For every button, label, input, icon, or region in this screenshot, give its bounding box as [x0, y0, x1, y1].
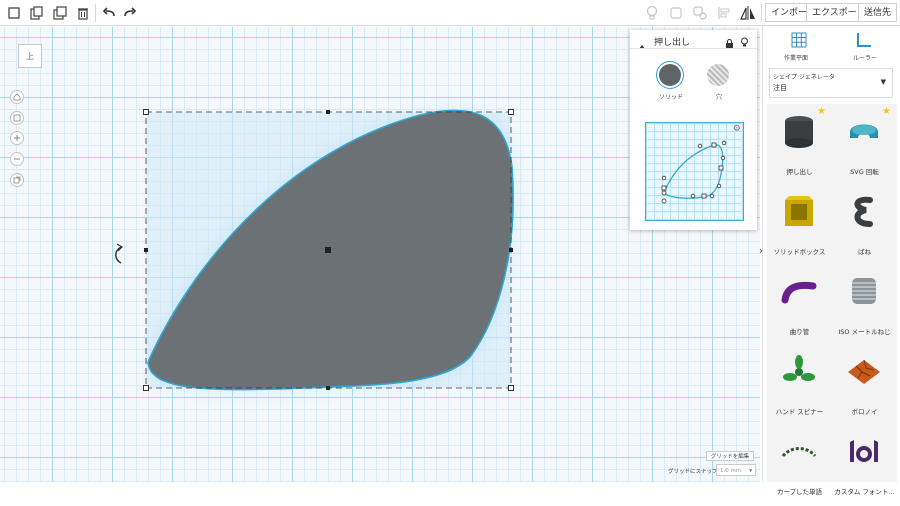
visibility-bulb-icon[interactable]: [740, 33, 749, 52]
shape-tile-iso-thread[interactable]: ISO メートルねじ: [832, 264, 897, 346]
spring-shape-icon: [854, 196, 873, 227]
lightbulb-icon[interactable]: [642, 3, 662, 23]
profile-editor[interactable]: ⚙: [645, 122, 744, 221]
bent-pipe-shape-icon: [781, 281, 817, 304]
new-shape-icon[interactable]: [4, 3, 24, 23]
delete-icon[interactable]: [73, 3, 93, 23]
resize-handle-top-left[interactable]: [143, 109, 149, 115]
shape-tile-label: カスタム フォント...: [834, 488, 895, 496]
shape-tile-bent-pipe[interactable]: 曲り管: [767, 264, 832, 346]
ruler-icon[interactable]: [856, 32, 872, 52]
shape-properties-panel: 押し出し ソリッド 穴 ⚙: [630, 30, 757, 230]
custom-font-shape-icon: [850, 440, 878, 462]
resize-handle-bottom[interactable]: [326, 386, 330, 390]
snap-grid-value: 1.0 mm: [720, 468, 742, 474]
hole-option[interactable]: [707, 64, 729, 86]
shape-tile-label: SVG 回転: [850, 168, 879, 176]
shape-tile-label: 曲り管: [789, 328, 810, 336]
curved-word-shape-icon: [781, 447, 817, 458]
right-sidebar: 作業平面 ルーラー シェイプ ジェネレータ 注目 ▼ ★ 押し出し ★ SVG …: [762, 26, 900, 496]
paste-icon[interactable]: [26, 3, 46, 23]
mirror-icon[interactable]: [738, 3, 758, 23]
top-toolbar: インポート エクスポート 送信先: [0, 0, 900, 26]
profile-curve[interactable]: [646, 123, 743, 220]
shape-tile-extrude[interactable]: ★ 押し出し: [767, 104, 832, 186]
solid-option[interactable]: [659, 64, 681, 86]
shape-tile-label: ハンド スピナー: [775, 408, 824, 416]
resize-handle-bottom-left[interactable]: [143, 385, 149, 391]
duplicate-icon[interactable]: [50, 3, 70, 23]
chevron-down-icon: ▾: [749, 468, 752, 474]
shape-tile-label: カーブした単語: [776, 488, 823, 496]
shape-tile-custom-font[interactable]: カスタム フォント...: [832, 424, 897, 506]
center-marker: [325, 247, 331, 253]
resize-handle-right[interactable]: [509, 248, 513, 252]
snap-grid-label: グリッドにスナップ: [668, 469, 718, 475]
ungroup-icon[interactable]: [690, 3, 710, 23]
solid-box-shape-icon: [785, 196, 813, 226]
align-icon[interactable]: [714, 3, 734, 23]
redo-icon[interactable]: [120, 3, 140, 23]
resize-handle-top-right[interactable]: [508, 109, 514, 115]
hole-label: 穴: [715, 94, 722, 101]
shape-tile-label: ISO メートルねじ: [838, 328, 891, 336]
edit-grid-button[interactable]: グリッドを編集: [706, 451, 754, 461]
solid-label: ソリッド: [659, 94, 684, 101]
generator-header: シェイプ ジェネレータ: [773, 74, 835, 81]
shape-library: ★ 押し出し ★ SVG 回転 ソリッドボックス ばね 曲り管 ISO メートル…: [767, 104, 897, 496]
lock-icon[interactable]: [725, 34, 734, 53]
snap-grid-select[interactable]: 1.0 mm ▾: [716, 464, 756, 476]
voronoi-shape-icon: [848, 359, 880, 384]
workplane-icon[interactable]: [791, 32, 807, 52]
generator-value: 注目: [773, 84, 787, 92]
hand-spinner-shape-icon: [783, 355, 815, 381]
extrude-shape-icon: [785, 116, 813, 148]
chevron-down-icon: ▼: [880, 78, 886, 86]
svg-revolve-shape-icon: [850, 124, 878, 138]
shape-tile-svg-revolve[interactable]: ★ SVG 回転: [832, 104, 897, 186]
shape-tile-curved-word[interactable]: カーブした単語: [767, 424, 832, 506]
shape-tile-label: ばね: [858, 248, 871, 256]
resize-handle-bottom-right[interactable]: [508, 385, 514, 391]
shape-tile-spring[interactable]: ばね: [832, 184, 897, 266]
collapse-panel-icon[interactable]: [638, 36, 646, 55]
shape-tile-solid-box[interactable]: ソリッドボックス: [767, 184, 832, 266]
send-to-button[interactable]: 送信先: [858, 3, 898, 22]
shape-tile-hand-spinner[interactable]: ハンド スピナー: [767, 344, 832, 426]
undo-icon[interactable]: [99, 3, 119, 23]
shape-generator-dropdown[interactable]: シェイプ ジェネレータ 注目 ▼: [769, 68, 893, 98]
resize-handle-left[interactable]: [144, 248, 148, 252]
group-icon[interactable]: [666, 3, 686, 23]
shape-tile-voronoi[interactable]: ボロノイ: [832, 344, 897, 426]
shape-tile-label: 押し出し: [786, 168, 813, 176]
ruler-button-label[interactable]: ルーラー: [853, 53, 877, 62]
shape-tile-label: ボロノイ: [851, 408, 878, 416]
panel-title: 押し出し: [654, 38, 691, 48]
resize-handle-top[interactable]: [326, 110, 330, 114]
workplane-button-label[interactable]: 作業平面: [784, 53, 808, 62]
shape-tile-label: ソリッドボックス: [773, 248, 826, 256]
iso-metric-thread-shape-icon: [852, 278, 876, 304]
